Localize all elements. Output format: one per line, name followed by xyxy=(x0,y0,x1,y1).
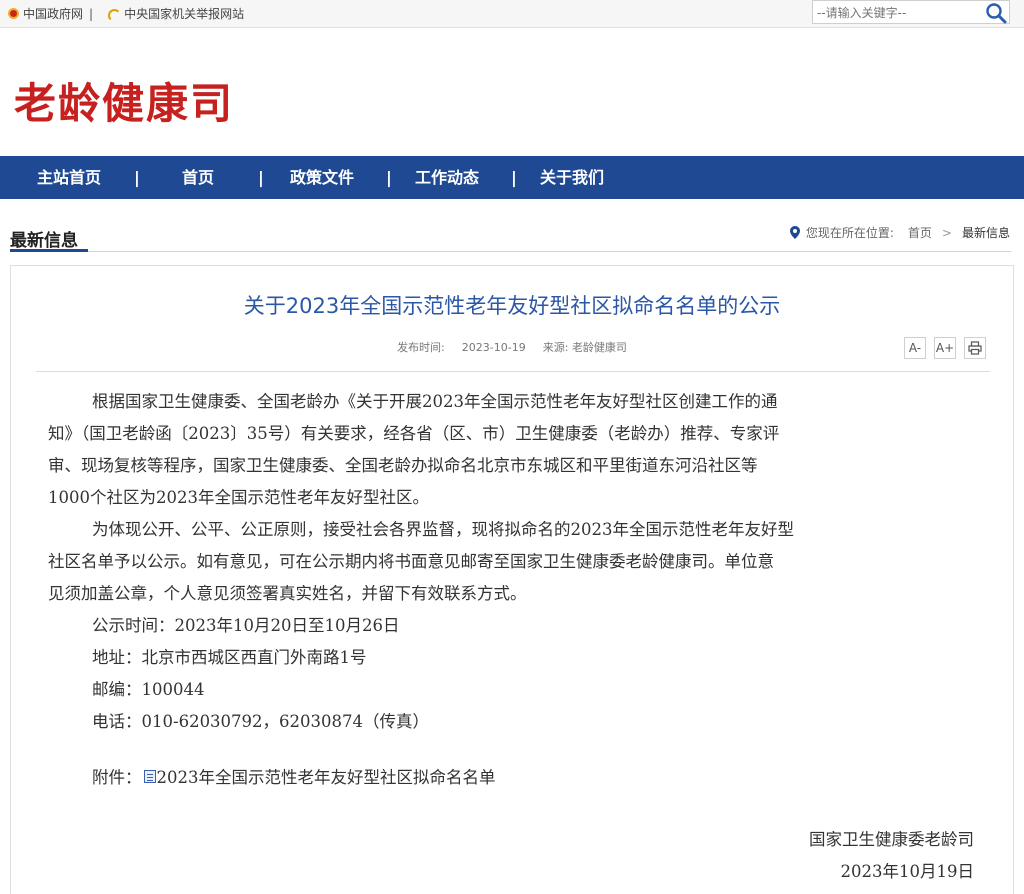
body-line: 社区名单予以公示。如有意见，可在公示期内将书面意见邮寄至国家卫生健康委老龄健康司… xyxy=(48,552,774,571)
body-line: 审、现场复核等程序，国家卫生健康委、全国老龄办拟命名北京市东城区和平里街道东河沿… xyxy=(48,456,758,475)
article-divider xyxy=(36,371,990,372)
word-document-icon xyxy=(143,769,156,783)
national-emblem-icon xyxy=(8,8,19,19)
font-smaller-button[interactable]: A- xyxy=(904,337,926,359)
body-line: 为体现公开、公平、公正原则，接受社会各界监督，现将拟命名的2023年全国示范性老… xyxy=(92,520,794,539)
search-input[interactable] xyxy=(817,4,979,22)
breadcrumb-current: 最新信息 xyxy=(961,226,1010,240)
source-value: 老龄健康司 xyxy=(571,341,627,354)
print-button[interactable] xyxy=(964,337,986,359)
link-gov[interactable]: 中国政府网 xyxy=(23,5,83,22)
print-icon xyxy=(968,341,982,355)
nav-separator: | xyxy=(258,168,264,187)
section-title: 最新信息 xyxy=(10,231,78,251)
body-line: 电话：010-62030792，62030874（传真） xyxy=(92,712,430,731)
body-line: 根据国家卫生健康委、全国老龄办《关于开展2023年全国示范性老年友好型社区创建工… xyxy=(92,392,778,411)
location-label: 您现在所在位置: xyxy=(805,226,894,240)
nav-separator: | xyxy=(134,168,140,187)
article-meta: 发布时间: 2023-10-19 来源: 老龄健康司 xyxy=(0,339,1024,355)
body-line: 知》（国卫老龄函〔2023〕35号）有关要求，经各省（区、市）卫生健康委（老龄办… xyxy=(48,424,780,443)
body-line: 邮编：100044 xyxy=(92,680,205,699)
attachment-link[interactable]: 2023年全国示范性老年友好型社区拟命名名单 xyxy=(157,764,496,788)
attachment: 附件： 2023年全国示范性老年友好型社区拟命名名单 xyxy=(92,764,496,788)
nav-item-home[interactable]: 首页 xyxy=(182,156,214,199)
nav-item-policy[interactable]: 政策文件 xyxy=(290,156,354,199)
body-line: 1000个社区为2023年全国示范性老年友好型社区。 xyxy=(48,488,429,507)
body-line: 见须加盖公章，个人意见须签署真实姓名，并留下有效联系方式。 xyxy=(48,584,527,603)
body-line: 地址：北京市西城区西直门外南路1号 xyxy=(92,648,367,667)
article-body: 根据国家卫生健康委、全国老龄办《关于开展2023年全国示范性老年友好型社区创建工… xyxy=(48,386,978,738)
breadcrumb-separator: > xyxy=(941,225,952,240)
nav-item-news[interactable]: 工作动态 xyxy=(415,156,479,199)
search-icon xyxy=(986,3,1007,24)
section-divider xyxy=(10,251,1011,252)
nav-separator: | xyxy=(386,168,392,187)
search-box xyxy=(812,0,1010,24)
article-title: 关于2023年全国示范性老年友好型社区拟命名名单的公示 xyxy=(243,294,781,318)
search-button[interactable] xyxy=(981,1,1009,24)
nav-separator: | xyxy=(511,168,517,187)
body-line: 公示时间：2023年10月20日至10月26日 xyxy=(92,616,400,635)
location-pin-icon xyxy=(789,226,800,239)
nav-item-about[interactable]: 关于我们 xyxy=(540,156,604,199)
nav-item-main-home[interactable]: 主站首页 xyxy=(37,156,101,199)
party-emblem-icon xyxy=(107,8,122,22)
publish-date: 2023-10-19 xyxy=(461,341,526,354)
signature-org: 国家卫生健康委老龄司 xyxy=(809,830,974,849)
breadcrumb: 您现在所在位置: 首页 > 最新信息 xyxy=(789,224,1010,241)
link-report[interactable]: 中央国家机关举报网站 xyxy=(124,5,244,22)
publish-label: 发布时间: xyxy=(397,341,445,354)
breadcrumb-home[interactable]: 首页 xyxy=(908,224,932,241)
attachment-label: 附件： xyxy=(92,768,142,787)
main-nav: 主站首页 | 首页 | 政策文件 | 工作动态 | 关于我们 xyxy=(0,156,1024,199)
signature-date: 2023年10月19日 xyxy=(840,862,974,881)
top-bar: 中国政府网 | 中央国家机关举报网站 xyxy=(0,0,1024,28)
site-title[interactable]: 老龄健康司 xyxy=(14,70,234,131)
source-label: 来源: xyxy=(542,341,569,354)
top-links: 中国政府网 | 中央国家机关举报网站 xyxy=(8,5,244,22)
top-separator: | xyxy=(89,6,94,21)
font-larger-button[interactable]: A+ xyxy=(934,337,956,359)
